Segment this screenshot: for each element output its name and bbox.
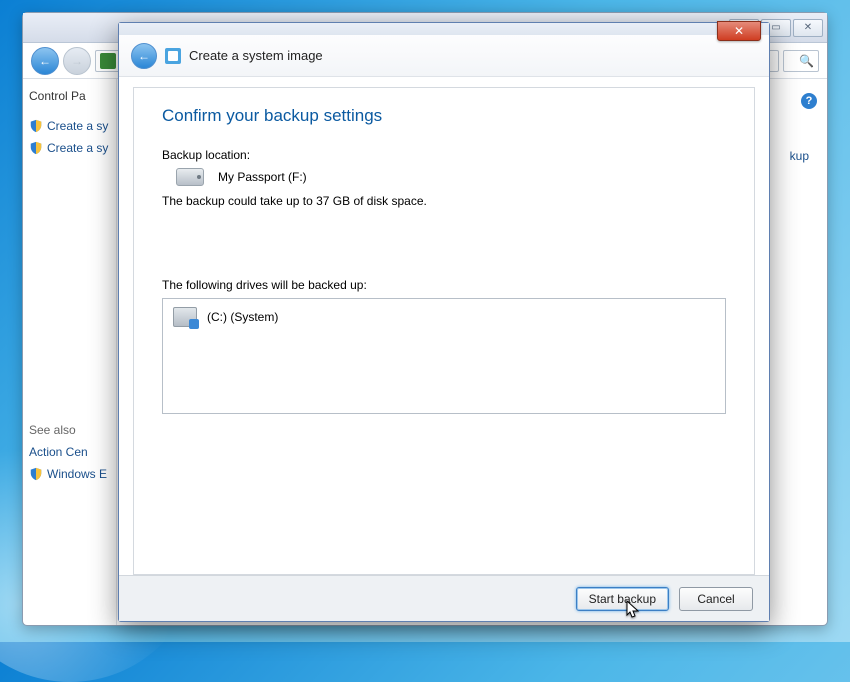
sidebar-item-label: Windows E	[47, 467, 107, 481]
dialog-titlebar: ✕	[119, 23, 769, 35]
drive-item: (C:) (System)	[173, 307, 715, 327]
see-also-heading: See also	[29, 419, 110, 441]
page-heading: Confirm your backup settings	[162, 106, 726, 126]
drives-label: The following drives will be backed up:	[162, 278, 726, 292]
close-x-icon: ✕	[804, 22, 812, 33]
sidebar: Control Pa Create a sy Create a sy See a…	[23, 79, 117, 625]
folder-icon	[100, 53, 116, 69]
start-backup-button[interactable]: Start backup	[576, 587, 669, 611]
sidebar-item[interactable]: Action Cen	[29, 441, 110, 463]
button-label: Start backup	[589, 592, 656, 606]
search-field[interactable]: 🔍	[783, 50, 819, 72]
backup-location-label: Backup location:	[162, 148, 726, 162]
wizard-back-button[interactable]: ←	[131, 43, 157, 69]
arrow-left-icon: ←	[39, 54, 51, 68]
drives-listbox: (C:) (System)	[162, 298, 726, 414]
size-note: The backup could take up to 37 GB of dis…	[162, 194, 726, 208]
sidebar-item-label: Create a sy	[47, 119, 108, 133]
help-icon[interactable]: ?	[801, 93, 817, 109]
dialog-content: Confirm your backup settings Backup loca…	[133, 87, 755, 575]
sidebar-item-label: Action Cen	[29, 445, 88, 459]
close-icon: ✕	[734, 24, 744, 38]
shield-icon	[29, 119, 43, 133]
system-image-icon	[165, 48, 181, 64]
sidebar-heading: Control Pa	[29, 89, 110, 103]
bg-link[interactable]: kup	[790, 149, 809, 163]
arrow-left-icon: ←	[138, 49, 150, 63]
backup-destination: My Passport (F:)	[176, 168, 726, 186]
drive-label: (C:) (System)	[207, 310, 278, 324]
dialog-header: ← Create a system image	[119, 35, 769, 77]
search-icon: 🔍	[799, 54, 814, 68]
dialog-close-button[interactable]: ✕	[717, 21, 761, 41]
shield-icon	[29, 467, 43, 481]
bg-close-button[interactable]: ✕	[793, 19, 823, 37]
system-image-wizard: ✕ ← Create a system image Confirm your b…	[118, 22, 770, 622]
dialog-title: Create a system image	[189, 48, 323, 63]
destination-name: My Passport (F:)	[218, 170, 307, 184]
hard-drive-icon	[176, 168, 204, 186]
button-label: Cancel	[697, 592, 734, 606]
sidebar-item[interactable]: Windows E	[29, 463, 110, 485]
maximize-icon: ▭	[771, 22, 780, 33]
arrow-right-icon: →	[71, 54, 83, 68]
dialog-footer: Start backup Cancel	[119, 575, 769, 621]
cancel-button[interactable]: Cancel	[679, 587, 753, 611]
sidebar-item-label: Create a sy	[47, 141, 108, 155]
nav-forward-button[interactable]: →	[63, 47, 91, 75]
sidebar-item[interactable]: Create a sy	[29, 137, 110, 159]
sidebar-item[interactable]: Create a sy	[29, 115, 110, 137]
drive-icon	[173, 307, 197, 327]
shield-icon	[29, 141, 43, 155]
nav-back-button[interactable]: ←	[31, 47, 59, 75]
